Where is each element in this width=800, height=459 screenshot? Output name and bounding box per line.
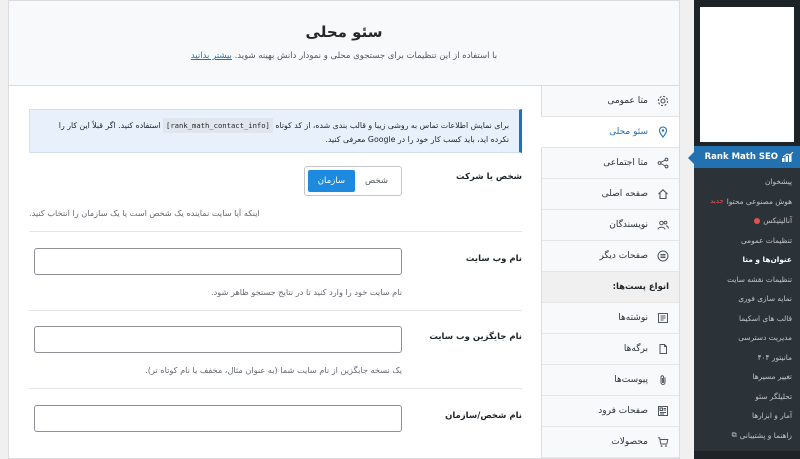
home-icon — [657, 188, 669, 200]
field-label: نام شخص/سازمان — [445, 411, 522, 421]
shortcode-code: [rank_math_contact_info] — [163, 118, 273, 133]
field-description: اینکه آیا سایت نماینده یک شخص است یا یک … — [29, 208, 260, 218]
tab-homepage[interactable]: صفحه اصلی — [542, 179, 679, 210]
paperclip-icon — [657, 374, 669, 386]
submenu-item-analytics[interactable]: آنالیتیکس — [694, 211, 800, 231]
settings-panel: سئو محلی با استفاده از این تنظیمات برای … — [8, 0, 680, 459]
shortcode-notice: برای نمایش اطلاعات تماس به روشی زیبا و ق… — [29, 109, 522, 153]
submenu-item-schema-templates[interactable]: قالب های اسکیما — [694, 309, 800, 329]
submenu-item-seo-analyzer[interactable]: تحلیلگر سئو — [694, 387, 800, 407]
gear-icon — [657, 95, 669, 107]
field-person-or-company: شخص یا شرکت شخص سازمان اینکه آیا سایت نم… — [29, 153, 522, 232]
learn-more-link[interactable]: بیشتر بدانید — [191, 51, 232, 61]
settings-content: برای نمایش اطلاعات تماس به روشی زیبا و ق… — [9, 86, 541, 458]
person-org-name-input[interactable] — [34, 405, 402, 432]
field-alt-website-name: نام جایگزین وب سایت یک نسخه جایگزین از ن… — [29, 311, 522, 389]
alt-website-name-input[interactable] — [34, 326, 402, 353]
submenu-item-dashboard[interactable]: پیشخوان — [694, 172, 800, 192]
alert-dot-icon — [754, 217, 761, 224]
page-title: سئو محلی — [305, 23, 383, 41]
submenu-item-titles-meta[interactable]: عنوان‌ها و متا — [694, 250, 800, 270]
rank-math-submenu: پیشخوان هوش مصنوعی محتوا جدید آنالیتیکس ت… — [694, 168, 800, 451]
cart-icon — [657, 436, 669, 448]
option-person[interactable]: شخص — [355, 170, 398, 192]
field-label: نام وب سایت — [465, 254, 522, 264]
submenu-item-content-ai[interactable]: هوش مصنوعی محتوا جدید — [694, 192, 800, 212]
submenu-item-general-settings[interactable]: تنظیمات عمومی — [694, 231, 800, 251]
tab-landing-pages[interactable]: صفحات فرود — [542, 396, 679, 427]
map-pin-icon — [657, 126, 669, 138]
tab-attachments[interactable]: پیوست‌ها — [542, 365, 679, 396]
document-icon — [657, 312, 669, 324]
list-circle-icon — [657, 250, 669, 262]
submenu-item-status-tools[interactable]: آمار و ابزارها — [694, 406, 800, 426]
rank-math-chart-icon — [782, 151, 794, 162]
field-label: نام جایگزین وب سایت — [429, 332, 522, 342]
page-subtitle: با استفاده از این تنظیمات برای جستجوی مح… — [190, 51, 498, 61]
landing-page-icon — [657, 405, 669, 417]
option-organization[interactable]: سازمان — [307, 170, 355, 192]
users-icon — [657, 219, 669, 231]
settings-tabs: متا عمومی سئو محلی متا اجتماعی صفحه اصلی… — [541, 86, 679, 458]
field-description: یک نسخه جایگزین از نام سایت شما (به عنوا… — [145, 365, 402, 375]
field-person-org-name: نام شخص/سازمان — [29, 389, 522, 448]
new-badge: جدید — [710, 196, 724, 205]
tab-global-meta[interactable]: متا عمومی — [542, 86, 679, 117]
tab-pages[interactable]: برگه‌ها — [542, 334, 679, 365]
page-icon — [657, 343, 669, 355]
external-link-icon: ⧉ — [731, 430, 737, 439]
field-label: شخص یا شرکت — [456, 172, 522, 182]
entity-toggle: شخص سازمان — [303, 166, 402, 196]
website-name-input[interactable] — [34, 248, 402, 275]
submenu-item-help[interactable]: راهنما و پشتیبانی ⧉ — [694, 426, 800, 446]
tab-authors[interactable]: نویسندگان — [542, 210, 679, 241]
submenu-item-redirections[interactable]: تغییر مسیرها — [694, 367, 800, 387]
tab-posts[interactable]: نوشته‌ها — [542, 303, 679, 334]
post-types-heading: انواع پست‌ها: — [542, 272, 679, 303]
field-website-name: نام وب سایت نام سایت خود را وارد کنید تا… — [29, 232, 522, 311]
submenu-item-404-monitor[interactable]: مانیتور ۴۰۴ — [694, 348, 800, 368]
tab-misc-pages[interactable]: صفحات دیگر — [542, 241, 679, 272]
submenu-item-sitemap-settings[interactable]: تنظیمات نقشه سایت — [694, 270, 800, 290]
admin-menu-blank-area — [700, 7, 794, 142]
tab-local-seo[interactable]: سئو محلی — [541, 117, 679, 148]
tab-products[interactable]: محصولات — [542, 427, 679, 458]
rank-math-menu-label: Rank Math SEO — [704, 152, 778, 162]
field-description: نام سایت خود را وارد کنید تا در نتایج جس… — [211, 287, 402, 297]
share-icon — [657, 157, 669, 169]
submenu-item-role-manager[interactable]: مدیریت دسترسی — [694, 328, 800, 348]
submenu-item-instant-indexing[interactable]: نمایه سازی فوری — [694, 289, 800, 309]
rank-math-menu-header[interactable]: Rank Math SEO — [688, 146, 800, 168]
tab-social-meta[interactable]: متا اجتماعی — [542, 148, 679, 179]
page-header: سئو محلی با استفاده از این تنظیمات برای … — [9, 1, 679, 86]
